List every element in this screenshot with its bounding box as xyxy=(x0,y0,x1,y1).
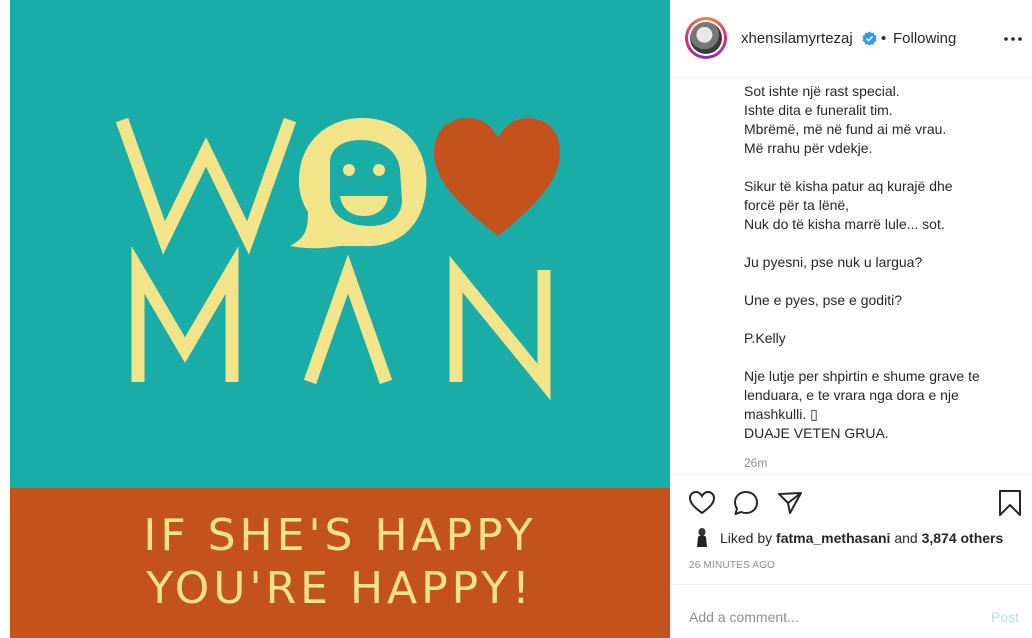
caption-line xyxy=(744,234,1024,253)
share-icon[interactable] xyxy=(776,489,804,517)
caption-line xyxy=(744,348,1024,367)
verified-badge-icon xyxy=(862,31,877,46)
comment-icon[interactable] xyxy=(732,489,760,517)
caption-line: Ishte dita e funeralit tim. xyxy=(744,102,893,118)
tagline-line-2: YOU'RE HAPPY! xyxy=(146,563,534,614)
avatar-image xyxy=(690,22,722,54)
liked-by-prefix: Liked by xyxy=(720,530,773,546)
caption-line: Më rrahu për vdekje. xyxy=(744,140,873,156)
heart-art xyxy=(434,118,560,236)
post-image[interactable]: IF SHE'S HAPPY YOU'RE HAPPY! xyxy=(10,0,670,638)
post-details-panel: xhensilamyrtezaj • Following Sot ishte n… xyxy=(670,0,1032,638)
likes-count-link[interactable]: 3,874 others xyxy=(922,530,1004,546)
face-icon xyxy=(290,118,427,249)
caption-line: Sikur të kisha patur aq kurajë dhe xyxy=(744,178,953,194)
caption-line: lenduara, e te vrara nga dora e nje xyxy=(744,387,959,403)
page-margin xyxy=(0,0,10,638)
bookmark-icon[interactable] xyxy=(996,489,1024,517)
caption-line: P.Kelly xyxy=(744,330,786,346)
more-options-icon[interactable] xyxy=(1004,37,1022,41)
caption-line: forcë për ta lënë, xyxy=(744,197,850,213)
letter-n xyxy=(449,255,551,401)
caption-line: Sot ishte një rast special. xyxy=(744,83,900,99)
letter-m xyxy=(131,246,239,382)
letter-a xyxy=(303,254,393,385)
post-time-ago[interactable]: 26 MINUTES AGO xyxy=(689,560,775,571)
following-button[interactable]: Following xyxy=(893,30,956,47)
comment-input[interactable]: Add a comment... xyxy=(689,609,799,625)
comment-bar: Add a comment... Post xyxy=(671,584,1032,638)
heart-icon[interactable] xyxy=(688,489,716,517)
caption-line: DUAJE VETEN GRUA. xyxy=(744,425,889,441)
caption-line: Mbrëmë, më në fund ai më vrau. xyxy=(744,121,947,137)
liked-by-connector: and xyxy=(894,530,918,546)
letter-w xyxy=(115,117,297,255)
post-header: xhensilamyrtezaj • Following xyxy=(671,0,1032,78)
liked-user-avatar[interactable] xyxy=(695,527,709,547)
caption-line xyxy=(744,310,1024,329)
caption-line: Une e pyes, pse e goditi? xyxy=(744,292,902,308)
caption-line: mashkulli. ▯ xyxy=(744,406,818,422)
caption-line: Nuk do të kisha marrë lule... sot. xyxy=(744,216,945,232)
woman-logo-art xyxy=(115,117,560,401)
post-comment-button[interactable]: Post xyxy=(991,609,1019,625)
avatar-frame xyxy=(688,20,724,56)
caption-line: Ju pyesni, pse nuk u largua? xyxy=(744,254,923,270)
liked-by-text: Liked by fatma_methasani and 3,874 other… xyxy=(720,530,1003,546)
username-link[interactable]: xhensilamyrtezaj xyxy=(741,30,853,47)
post-timestamp[interactable]: 26m xyxy=(744,456,767,470)
caption-line xyxy=(744,158,1024,177)
caption-line xyxy=(744,272,1024,291)
separator-dot: • xyxy=(881,30,887,47)
caption-line: Nje lutje per shpirtin e shume grave te xyxy=(744,368,980,384)
liked-by-user-link[interactable]: fatma_methasani xyxy=(776,530,890,546)
tagline-line-1: IF SHE'S HAPPY xyxy=(143,510,537,561)
avatar[interactable] xyxy=(685,17,727,59)
post-caption: Sot ishte një rast special. Ishte dita e … xyxy=(744,82,1024,443)
